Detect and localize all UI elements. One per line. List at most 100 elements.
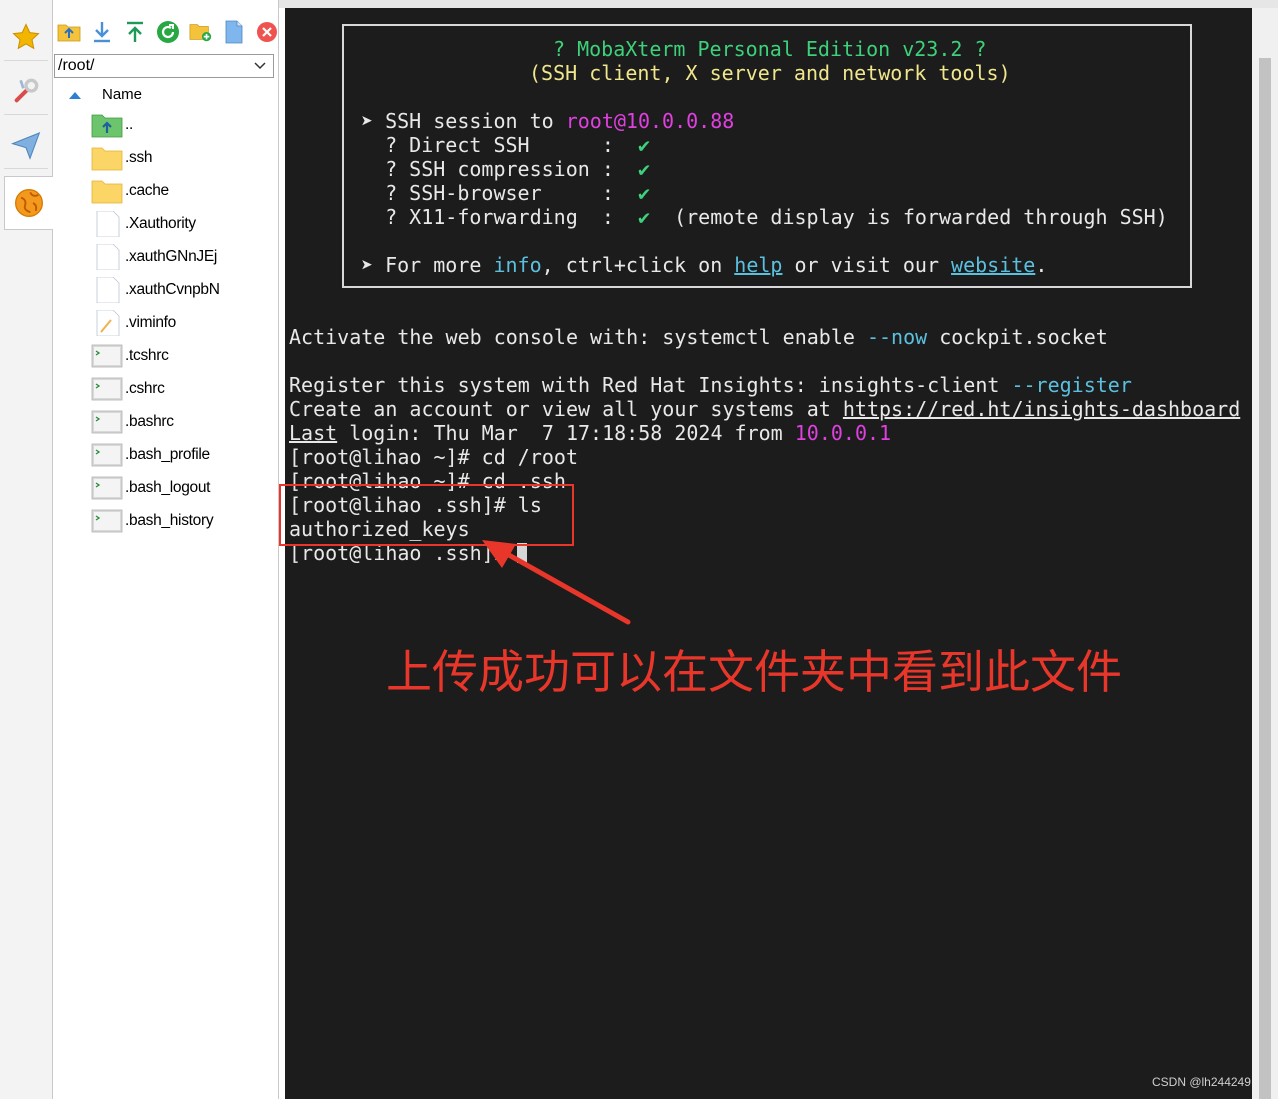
terminal-file-icon xyxy=(91,509,123,533)
folder-icon xyxy=(91,147,123,171)
list-item[interactable]: .xauthCvnpbN xyxy=(91,273,276,306)
new-file-button[interactable] xyxy=(222,20,246,44)
globe-icon xyxy=(15,189,43,217)
list-item[interactable]: .xauthGNnJEj xyxy=(91,240,276,273)
last-login-line: Last login: Thu Mar 7 17:18:58 2024 from… xyxy=(289,421,891,445)
tab-strip xyxy=(279,0,1278,8)
list-item[interactable]: .Xauthority xyxy=(91,207,276,240)
more-end: . xyxy=(1035,253,1048,277)
sessions-tab[interactable] xyxy=(4,14,48,61)
file-name: .cshrc xyxy=(125,380,165,397)
file-name: .tcshrc xyxy=(125,347,169,364)
file-name: .bash_logout xyxy=(125,479,211,496)
new-folder-icon xyxy=(189,24,212,42)
list-item[interactable]: .bash_profile xyxy=(91,438,276,471)
path-dropdown[interactable]: /root/ xyxy=(54,54,274,78)
delete-button[interactable] xyxy=(255,20,279,44)
list-item[interactable]: .. xyxy=(91,108,276,141)
list-item[interactable]: .tcshrc xyxy=(91,339,276,372)
feature-line: ? X11-forwarding : ✔ (remote display is … xyxy=(361,205,1168,229)
list-item[interactable]: .viminfo xyxy=(91,306,276,339)
list-item[interactable]: .cshrc xyxy=(91,372,276,405)
path-value: /root/ xyxy=(58,57,95,74)
help-link[interactable]: help xyxy=(734,253,782,277)
banner-subtitle: (SSH client, X server and network tools) xyxy=(529,61,1011,85)
file-name: .. xyxy=(125,116,134,133)
send-icon xyxy=(11,132,41,160)
macros-tab[interactable] xyxy=(4,122,48,169)
terminal[interactable]: ? MobaXterm Personal Edition v23.2 ? (SS… xyxy=(285,8,1252,1099)
chevron-down-icon xyxy=(254,62,266,70)
sftp-tab[interactable] xyxy=(4,176,53,230)
upload-button[interactable] xyxy=(123,20,147,44)
command-line: [root@lihao ~]# cd /root xyxy=(289,445,578,469)
web-console-suffix: cockpit.socket xyxy=(927,325,1108,349)
refresh-button[interactable] xyxy=(156,20,180,44)
sort-ascending-icon xyxy=(69,92,81,99)
feature-line: ? Direct SSH : ✔ xyxy=(361,133,650,157)
parent-folder-icon xyxy=(91,114,123,138)
tools-tab[interactable] xyxy=(4,68,48,115)
new-file-icon xyxy=(225,20,243,44)
last-mid: login: Thu Mar 7 17:18:58 2024 from xyxy=(337,421,795,445)
list-item[interactable]: .cache xyxy=(91,174,276,207)
list-item[interactable]: .bash_logout xyxy=(91,471,276,504)
list-item[interactable]: .bashrc xyxy=(91,405,276,438)
annotation-arrow-icon xyxy=(482,540,631,625)
list-item[interactable]: .bash_history xyxy=(91,504,276,537)
last-ip: 10.0.0.1 xyxy=(794,421,892,445)
list-item[interactable]: .ssh xyxy=(91,141,276,174)
new-folder-button[interactable] xyxy=(189,20,213,44)
file-icon xyxy=(96,211,120,237)
file-name: .ssh xyxy=(125,149,153,166)
feature-line: ? SSH compression : ✔ xyxy=(361,157,650,181)
file-icon xyxy=(96,277,120,303)
website-link[interactable]: website xyxy=(951,253,1035,277)
session-prefix: ➤ SSH session to xyxy=(361,109,566,133)
file-name: .bash_history xyxy=(125,512,214,529)
file-name: .bash_profile xyxy=(125,446,210,463)
more-info-line: ➤ For more info, ctrl+click on help or v… xyxy=(361,253,1047,277)
last-word: Last xyxy=(289,421,338,445)
parent-folder-button[interactable] xyxy=(57,20,81,44)
scrollbar-thumb[interactable] xyxy=(1259,58,1271,1099)
ssh-session-line: ➤ SSH session to root@10.0.0.88 xyxy=(361,109,734,133)
feature-line: ? SSH-browser : ✔ xyxy=(361,181,650,205)
web-console-prefix: Activate the web console with: systemctl… xyxy=(289,325,867,349)
banner-title: ? MobaXterm Personal Edition v23.2 ? xyxy=(553,37,987,61)
file-name: .Xauthority xyxy=(125,215,196,232)
terminal-file-icon xyxy=(91,476,123,500)
feature-note: (remote display is forwarded through SSH… xyxy=(650,205,1168,229)
info-link[interactable]: info xyxy=(493,253,541,277)
refresh-icon xyxy=(157,21,179,43)
file-icon xyxy=(96,244,120,270)
file-name: .xauthGNnJEj xyxy=(125,248,218,265)
web-console-line: Activate the web console with: systemctl… xyxy=(289,325,1108,349)
check-icon: ✔ xyxy=(637,181,650,205)
account-line: Create an account or view all your syste… xyxy=(289,397,1240,421)
more-prefix: ➤ For more xyxy=(361,253,494,277)
feature-label: ? SSH compression : xyxy=(361,157,638,181)
account-prefix: Create an account or view all your syste… xyxy=(289,397,843,421)
file-name: .viminfo xyxy=(125,314,177,331)
feature-label: ? SSH-browser : xyxy=(361,181,638,205)
more-mid: , ctrl+click on xyxy=(541,253,735,277)
folder-icon xyxy=(91,180,123,204)
feature-label: ? X11-forwarding : xyxy=(361,205,638,229)
file-name: .bashrc xyxy=(125,413,174,430)
name-column-header[interactable]: Name xyxy=(53,84,278,106)
terminal-file-icon xyxy=(91,443,123,467)
web-console-flag: --now xyxy=(866,325,928,349)
terminal-scrollbar[interactable] xyxy=(1252,8,1278,1099)
terminal-file-icon xyxy=(91,377,123,401)
folder-up-icon xyxy=(57,24,81,42)
text-file-icon xyxy=(96,310,120,336)
download-button[interactable] xyxy=(90,20,114,44)
sftp-toolbar xyxy=(53,14,278,50)
delete-icon xyxy=(257,22,277,42)
register-flag: --register xyxy=(1011,373,1132,397)
star-icon xyxy=(12,23,40,50)
register-line: Register this system with Red Hat Insigh… xyxy=(289,373,1132,397)
insights-url[interactable]: https://red.ht/insights-dashboard xyxy=(843,397,1240,421)
sftp-browser: /root/ Name .. .ssh .cache .Xauthority .… xyxy=(53,0,279,1099)
